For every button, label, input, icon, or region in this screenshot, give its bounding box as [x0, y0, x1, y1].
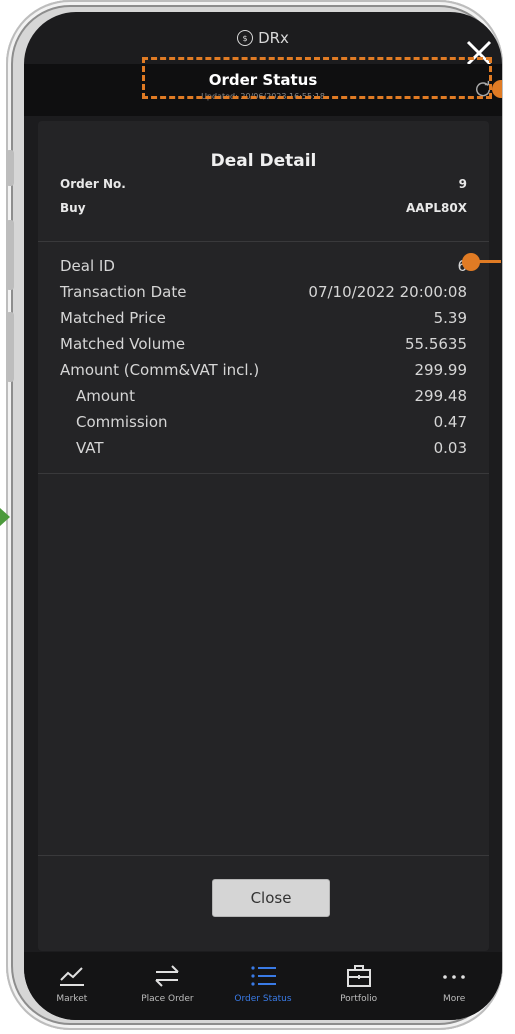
deal-row: Amount 299.48 [60, 387, 467, 405]
deal-detail-title: Deal Detail [210, 151, 317, 171]
deal-row-value: 299.48 [414, 387, 468, 405]
deal-row-label: Matched Volume [60, 335, 186, 353]
drx-logo-icon: $ [237, 30, 254, 46]
deal-row-label: Matched Price [60, 309, 166, 327]
side-row: Buy AAPL80X [60, 201, 467, 215]
divider [38, 855, 489, 856]
side-button-volume-up [6, 220, 14, 290]
order-no-row: Order No. 9 [60, 177, 467, 191]
deal-row-label: VAT [76, 439, 104, 457]
deal-row: Transaction Date 07/10/2022 20:00:08 [60, 283, 467, 301]
deal-row: Amount (Comm&VAT incl.) 299.99 [60, 361, 467, 379]
divider [38, 241, 489, 242]
deal-row: Matched Price 5.39 [60, 309, 467, 327]
deal-row: Matched Volume 55.5635 [60, 335, 467, 353]
side-label: Buy [60, 201, 86, 215]
briefcase-icon [346, 965, 371, 987]
annotation-dashed-box [142, 57, 492, 99]
tab-more[interactable]: More [409, 962, 499, 1004]
deal-row-label: Transaction Date [60, 283, 187, 301]
deal-row-value: 5.39 [433, 309, 467, 327]
tab-label: Order Status [234, 994, 292, 1004]
screen: $ DRx Order Status Updated: 20/06/2023 1… [24, 12, 502, 1020]
list-icon [251, 966, 276, 986]
tab-label: Market [56, 994, 88, 1004]
deal-row-label: Amount [76, 387, 135, 405]
tab-portfolio[interactable]: Portfolio [314, 962, 404, 1004]
bottom-tab-bar: Market Place Order Order Status Portfoli… [24, 952, 502, 1020]
deal-row-label: Deal ID [60, 257, 115, 275]
tab-label: More [443, 994, 466, 1004]
annotation-arrow-icon [0, 508, 10, 526]
tab-label: Portfolio [340, 994, 378, 1004]
more-dots-icon [443, 975, 465, 979]
side-button-mute [6, 150, 14, 186]
deal-row-value: 0.03 [433, 439, 467, 457]
side-button-volume-down [6, 312, 14, 382]
phone-frame: $ DRx Order Status Updated: 20/06/2023 1… [6, 0, 503, 1030]
deal-row-label: Amount (Comm&VAT incl.) [60, 361, 260, 379]
deal-row-value: 0.47 [433, 413, 467, 431]
swap-arrows-icon [155, 965, 180, 987]
deal-row-value: 07/10/2022 20:00:08 [308, 283, 467, 301]
deal-row: VAT 0.03 [60, 439, 467, 457]
deal-row-value: 299.99 [414, 361, 468, 379]
tab-market[interactable]: Market [27, 962, 117, 1004]
divider [38, 473, 489, 474]
tab-order-status[interactable]: Order Status [218, 962, 308, 1004]
tab-label: Place Order [141, 994, 194, 1004]
app-name: DRx [258, 29, 289, 47]
annotation-callout-line [475, 260, 501, 263]
tab-place-order[interactable]: Place Order [122, 962, 212, 1004]
order-no-label: Order No. [60, 177, 126, 191]
order-no-value: 9 [458, 177, 467, 191]
deal-row-label: Commission [76, 413, 168, 431]
deal-row-value: 55.5635 [404, 335, 467, 353]
deal-row: Deal ID 6 [60, 257, 467, 275]
close-button[interactable]: Close [212, 879, 330, 917]
chart-line-icon [59, 967, 84, 986]
deal-row: Commission 0.47 [60, 413, 467, 431]
symbol-value: AAPL80X [406, 201, 467, 215]
deal-detail-panel: Deal Detail Order No. 9 Buy AAPL80X Deal… [38, 121, 489, 951]
